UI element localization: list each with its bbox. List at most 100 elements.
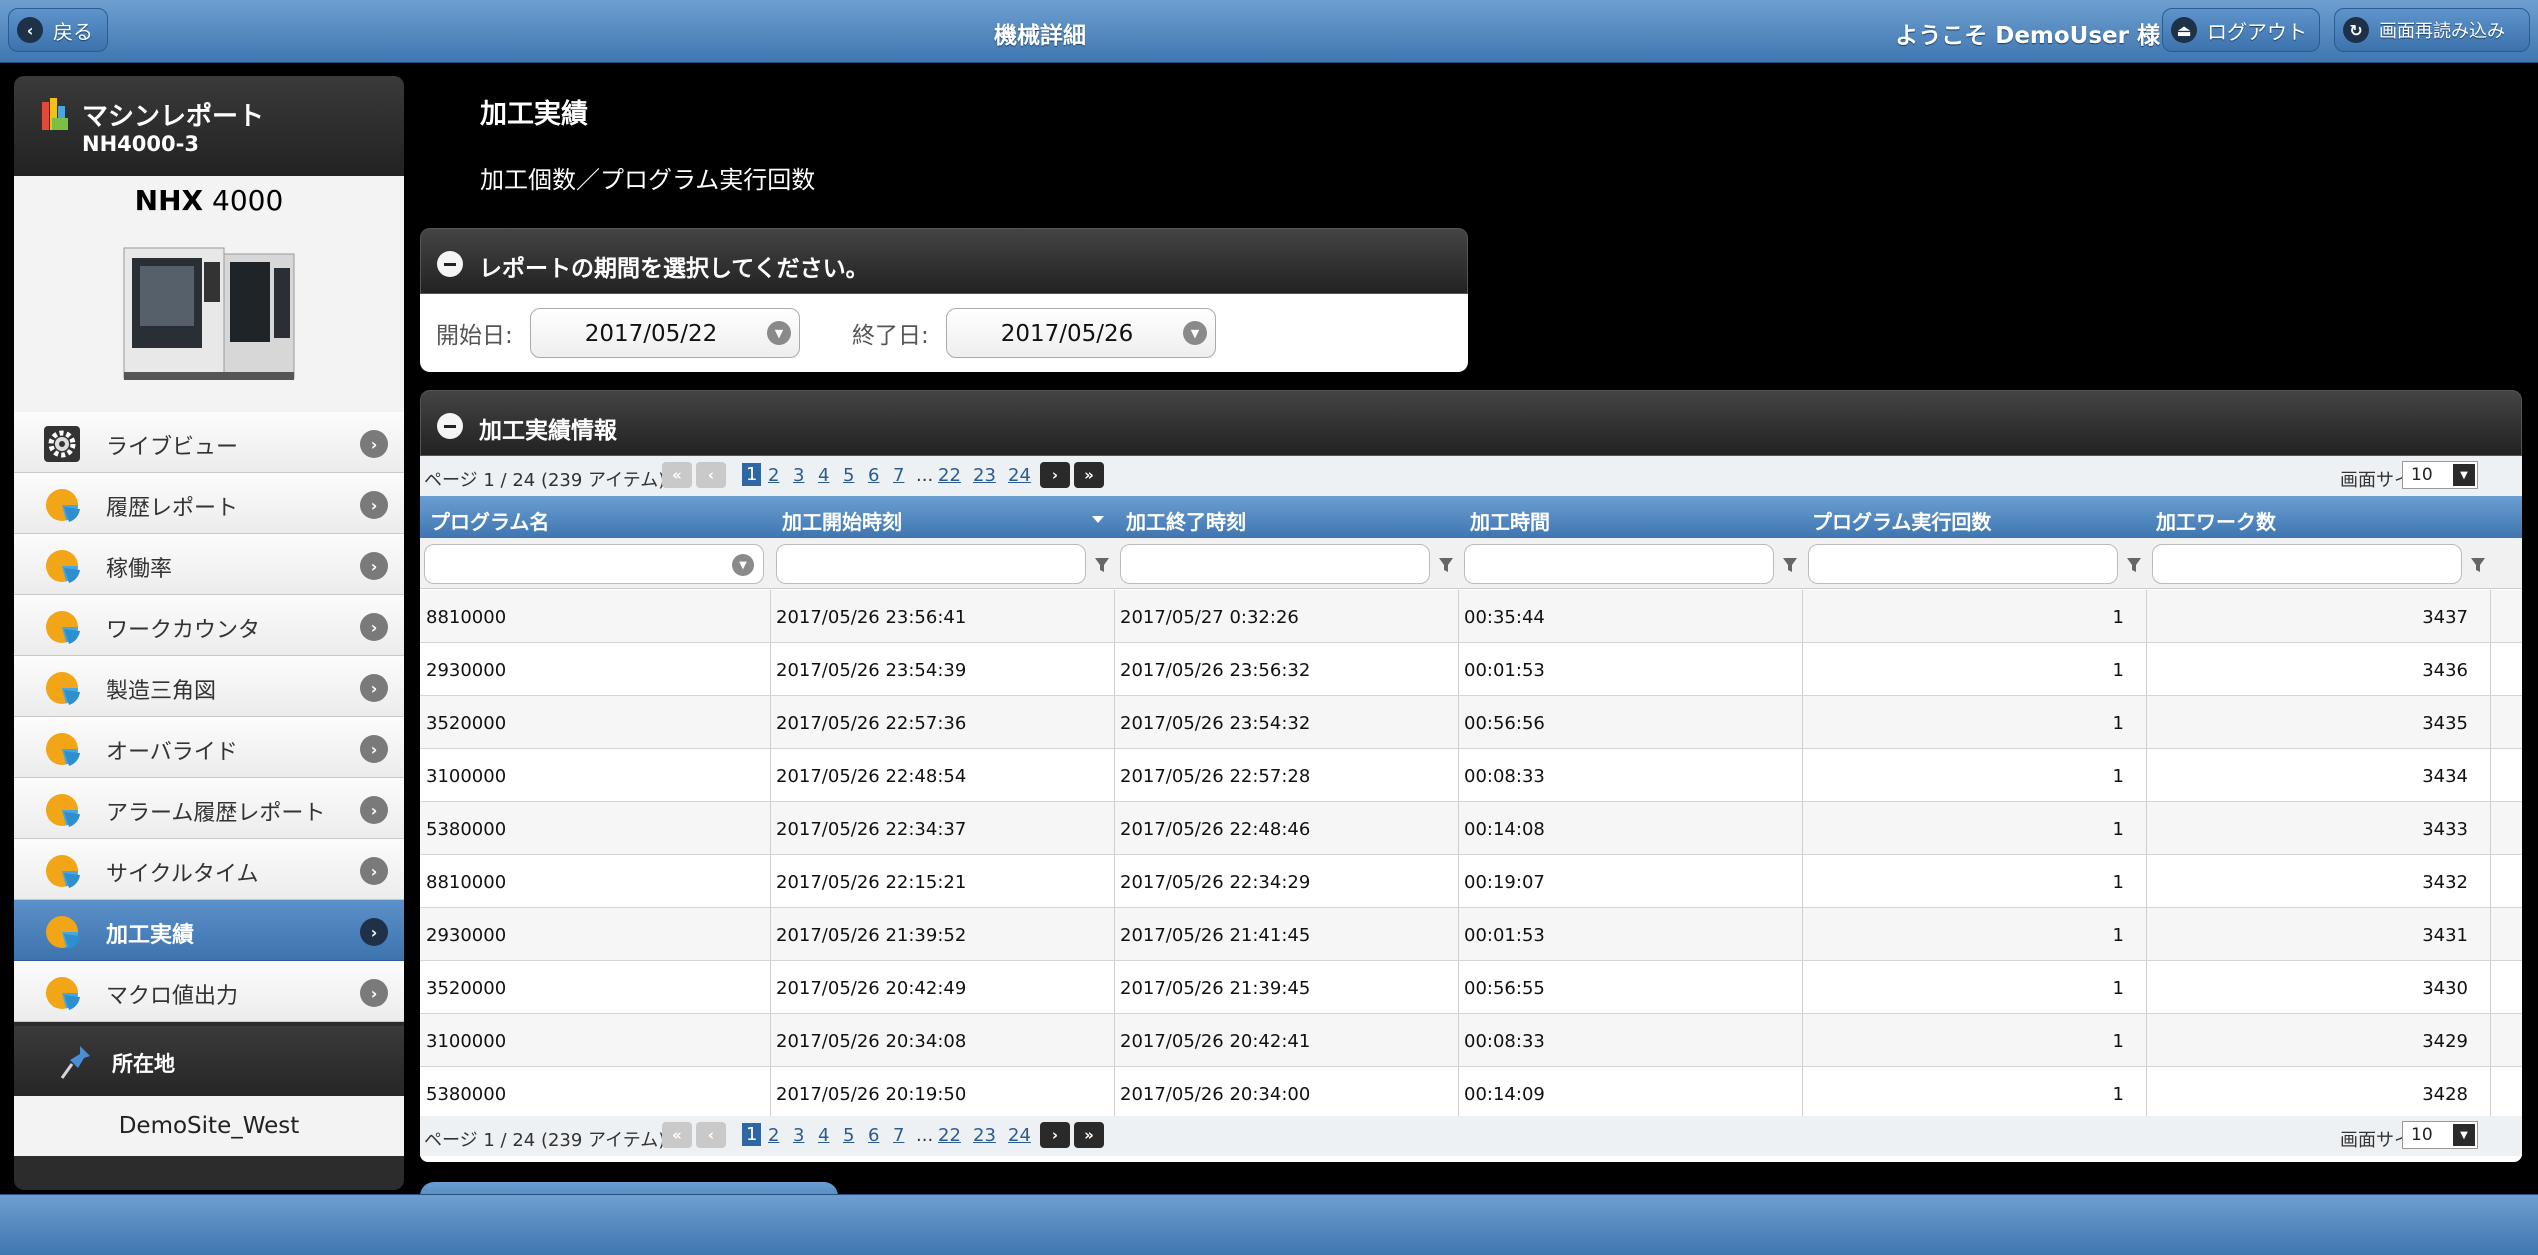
table-row[interactable]: 3520000 2017/05/26 22:57:36 2017/05/26 23:… <box>420 696 2522 749</box>
page-link[interactable]: 3 <box>793 1125 804 1146</box>
column-divider <box>2146 1067 2147 1119</box>
last-page-button[interactable]: » <box>1074 462 1104 488</box>
table-row[interactable]: 3100000 2017/05/26 20:34:08 2017/05/26 20:… <box>420 1014 2522 1067</box>
page-link[interactable]: 24 <box>1008 465 1031 486</box>
page-link[interactable]: 6 <box>868 465 879 486</box>
page-link[interactable]: 1 <box>742 463 762 486</box>
start-date-value: 2017/05/22 <box>584 321 718 347</box>
prev-page-button[interactable]: ‹ <box>696 462 726 488</box>
page-size-select[interactable]: 10 ▼ <box>2402 1121 2478 1149</box>
collapse-icon[interactable] <box>437 413 463 439</box>
page-link[interactable]: 3 <box>793 465 804 486</box>
page-link[interactable]: 4 <box>818 465 829 486</box>
welcome-text: ようこそ DemoUser 様 <box>1895 23 2160 49</box>
filter-icon[interactable] <box>1094 556 1110 574</box>
table-cell: 3429 <box>2422 1031 2468 1052</box>
column-header[interactable]: 加工時間 <box>1470 506 1550 535</box>
first-page-button[interactable]: « <box>662 1122 692 1148</box>
page-link[interactable]: 24 <box>1008 1125 1031 1146</box>
column-divider <box>770 590 771 642</box>
table-row[interactable]: 2930000 2017/05/26 21:39:52 2017/05/26 21:… <box>420 908 2522 961</box>
table-cell: 00:56:56 <box>1464 713 1545 734</box>
filter-icon[interactable] <box>2470 556 2486 574</box>
column-header[interactable]: プログラム実行回数 <box>1812 506 1991 535</box>
page-link[interactable]: 4 <box>818 1125 829 1146</box>
sidebar-item[interactable]: ライブビュー › <box>14 412 404 473</box>
table-cell: 1 <box>2112 660 2124 681</box>
reload-button[interactable]: ↻ 画面再読み込み <box>2334 8 2530 52</box>
page-link[interactable]: 5 <box>843 1125 854 1146</box>
next-page-button[interactable]: › <box>1040 1122 1070 1148</box>
page-link[interactable]: 6 <box>868 1125 879 1146</box>
start-time-filter[interactable] <box>776 544 1086 584</box>
column-header[interactable]: プログラム名 <box>430 506 549 535</box>
table-cell: 1 <box>2112 1031 2124 1052</box>
sidebar-item[interactable]: 履歴レポート › <box>14 473 404 534</box>
sidebar-item[interactable]: オーバライド › <box>14 717 404 778</box>
end-time-filter[interactable] <box>1120 544 1430 584</box>
page-link[interactable]: 1 <box>742 1123 762 1146</box>
page-link[interactable]: 2 <box>768 465 779 486</box>
sidebar-item[interactable]: 加工実績 › <box>14 900 404 961</box>
column-header[interactable]: 加工ワーク数 <box>2156 506 2276 535</box>
table-row[interactable]: 5380000 2017/05/26 22:34:37 2017/05/26 22:… <box>420 802 2522 855</box>
sidebar-item[interactable]: ワークカウンタ › <box>14 595 404 656</box>
sidebar-item[interactable]: サイクルタイム › <box>14 839 404 900</box>
table-row[interactable]: 8810000 2017/05/26 22:15:21 2017/05/26 22:… <box>420 855 2522 908</box>
page-link[interactable]: 22 <box>938 465 961 486</box>
page-size-value: 10 <box>2411 1125 2433 1145</box>
page-subtitle: 加工個数／プログラム実行回数 <box>480 166 816 194</box>
table-row[interactable]: 2930000 2017/05/26 23:54:39 2017/05/26 23:… <box>420 643 2522 696</box>
table-cell: 00:01:53 <box>1464 925 1545 946</box>
back-button[interactable]: ‹ 戻る <box>8 8 108 52</box>
last-page-button[interactable]: » <box>1074 1122 1104 1148</box>
exec-count-filter[interactable] <box>1808 544 2118 584</box>
end-date-select[interactable]: 2017/05/26 ▼ <box>946 308 1216 358</box>
period-panel-header[interactable]: レポートの期間を選択してください。 <box>420 228 1468 294</box>
column-header[interactable]: 加工終了時刻 <box>1126 506 1246 535</box>
sidebar-item[interactable]: 製造三角図 › <box>14 656 404 717</box>
page-link[interactable]: 7 <box>893 1125 904 1146</box>
table-row[interactable]: 8810000 2017/05/26 23:56:41 2017/05/27 0:3… <box>420 590 2522 643</box>
table-cell: 3100000 <box>426 766 507 787</box>
filter-icon[interactable] <box>2126 556 2142 574</box>
chevron-right-icon: › <box>360 674 388 702</box>
sidebar-item[interactable]: アラーム履歴レポート › <box>14 778 404 839</box>
sort-desc-icon <box>1092 516 1104 523</box>
table-row[interactable]: 3100000 2017/05/26 22:48:54 2017/05/26 22:… <box>420 749 2522 802</box>
filter-icon[interactable] <box>1438 556 1454 574</box>
work-count-filter[interactable] <box>2152 544 2462 584</box>
period-panel-heading: レポートの期間を選択してください。 <box>479 256 869 282</box>
next-page-button[interactable]: › <box>1040 462 1070 488</box>
page-link[interactable]: 2 <box>768 1125 779 1146</box>
column-divider <box>2490 643 2491 695</box>
sidebar-item-label: アラーム履歴レポート <box>106 801 326 826</box>
collapse-icon[interactable] <box>437 251 463 277</box>
results-panel-header[interactable]: 加工実績情報 <box>420 390 2522 456</box>
page-link[interactable]: 7 <box>893 465 904 486</box>
program-filter-select[interactable] <box>424 544 764 584</box>
page-link[interactable]: 22 <box>938 1125 961 1146</box>
page-link[interactable]: 5 <box>843 465 854 486</box>
logout-button[interactable]: ⏏ ログアウト <box>2162 8 2320 52</box>
page-link[interactable]: 23 <box>973 1125 996 1146</box>
chevron-down-icon: ▼ <box>2453 1124 2475 1146</box>
table-row[interactable]: 3520000 2017/05/26 20:42:49 2017/05/26 21:… <box>420 961 2522 1014</box>
table-cell: 2930000 <box>426 660 507 681</box>
page-link[interactable]: 23 <box>973 465 996 486</box>
table-row[interactable]: 5380000 2017/05/26 20:19:50 2017/05/26 20:… <box>420 1067 2522 1120</box>
sidebar-item[interactable]: 稼働率 › <box>14 534 404 595</box>
first-page-button[interactable]: « <box>662 462 692 488</box>
duration-filter[interactable] <box>1464 544 1774 584</box>
column-divider <box>770 802 771 854</box>
sidebar-item[interactable]: マクロ値出力 › <box>14 961 404 1022</box>
table-cell: 2017/05/26 22:48:46 <box>1120 819 1311 840</box>
sidebar-item-label: 履歴レポート <box>106 496 239 521</box>
prev-page-button[interactable]: ‹ <box>696 1122 726 1148</box>
page-size-select[interactable]: 10 ▼ <box>2402 461 2478 489</box>
filter-icon[interactable] <box>1782 556 1798 574</box>
start-date-select[interactable]: 2017/05/22 ▼ <box>530 308 800 358</box>
column-divider <box>1114 802 1115 854</box>
bottom-bar <box>0 1194 2538 1255</box>
column-header[interactable]: 加工開始時刻 <box>782 506 902 535</box>
